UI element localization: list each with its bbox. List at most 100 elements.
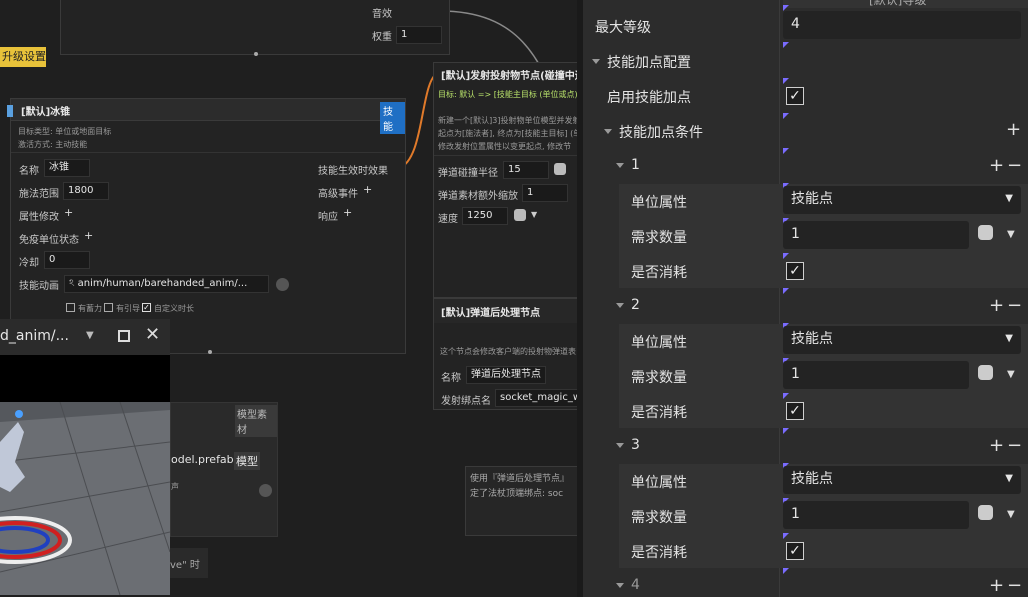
override-marker — [783, 428, 789, 434]
remove-condition-1-icon[interactable]: − — [1007, 157, 1022, 175]
note-line-2: 定了法杖顶端绑点: soc — [470, 489, 564, 499]
required-amount-input[interactable]: 1 — [783, 501, 969, 529]
anim-icon: ঽ — [69, 278, 78, 289]
channel-checkbox[interactable] — [104, 303, 113, 312]
note-line-1: 使用『弹道后处理节点』 — [470, 474, 570, 484]
preview-titlebar[interactable]: d_anim/... ▼ ✕ — [0, 319, 170, 355]
required-amount-input[interactable]: 1 — [783, 221, 969, 249]
model-asset-panel[interactable]: 模型素材 odel.prefab 模型 声 — [170, 402, 278, 537]
upgrade-settings-tag[interactable]: 升级设置 — [0, 47, 46, 67]
collapse-condition-2-icon[interactable] — [616, 303, 624, 308]
response-label: 响应 — [318, 212, 338, 223]
advanced-event-label: 高级事件 — [318, 189, 358, 200]
override-marker — [783, 148, 789, 154]
skill-badge: 技能 — [380, 102, 405, 134]
collision-radius-input[interactable]: 15 — [503, 161, 549, 179]
projectile-desc-3: 修改发射位置属性以变更起点, 修改节 — [438, 142, 572, 151]
charge-checkbox[interactable] — [66, 303, 75, 312]
enable-skill-point-checkbox[interactable]: ✓ — [786, 87, 804, 105]
post-name-input[interactable]: 弹道后处理节点 — [466, 366, 546, 384]
value-type-icon[interactable] — [978, 225, 1000, 247]
add-after-4-icon[interactable]: + — [989, 577, 1004, 595]
projectile-desc-1: 新建一个[默认]3]投射物单位模型并发射 — [438, 116, 581, 125]
event-hint-box: ve" 时 — [170, 548, 208, 578]
input-port[interactable] — [7, 105, 13, 117]
unit-attr-select[interactable]: 技能点 ▼ — [783, 326, 1021, 354]
collapse-config-icon[interactable] — [592, 59, 600, 64]
clear-sound-icon[interactable] — [259, 484, 272, 497]
sound-weight-node[interactable]: 音效 权重 1 — [60, 0, 450, 56]
model-button[interactable]: 模型 — [234, 452, 260, 470]
unit-attr-select[interactable]: 技能点 ▼ — [783, 186, 1021, 214]
sfx-label: 音效 — [372, 9, 392, 20]
resize-dot[interactable] — [254, 52, 258, 56]
consume-checkbox[interactable]: ✓ — [786, 262, 804, 280]
collapse-condition-3-icon[interactable] — [616, 443, 624, 448]
condition-3-index: 3 — [631, 437, 640, 453]
resize-dot[interactable] — [208, 350, 212, 354]
add-after-1-icon[interactable]: + — [989, 157, 1004, 175]
collapse-conditions-icon[interactable] — [604, 129, 612, 134]
asset-scale-input[interactable]: 1 — [522, 184, 568, 202]
unit-attr-value: 技能点 — [791, 331, 833, 347]
node-graph-canvas[interactable]: 音效 权重 1 升级设置 [默认]冰锥 技能 目标类型: 单位或地面目标 激活方… — [0, 0, 583, 597]
speed-type-button[interactable] — [514, 209, 526, 221]
custom-duration-checkbox[interactable]: ✓ — [142, 303, 151, 312]
post-node-desc: 这个节点会修改客户端的投射物弹道表 — [440, 347, 576, 356]
value-type-dropdown-icon[interactable]: ▼ — [1007, 369, 1015, 380]
projectile-node-title: [默认]发射投射物节点(碰撞中途 — [441, 71, 583, 82]
add-immune-icon[interactable]: + — [84, 229, 93, 242]
model-preview-window[interactable]: d_anim/... ▼ ✕ — [0, 319, 170, 595]
skill-anim-value: anim/human/barehanded_anim/... — [77, 278, 248, 289]
skill-anim-input[interactable]: ঽ anim/human/barehanded_anim/... — [64, 275, 269, 293]
required-amount-input[interactable]: 1 — [783, 361, 969, 389]
add-condition-icon[interactable]: + — [1006, 121, 1021, 139]
add-after-3-icon[interactable]: + — [989, 437, 1004, 455]
speed-dropdown-icon[interactable]: ▼ — [531, 210, 537, 219]
add-attr-icon[interactable]: + — [64, 206, 73, 219]
required-amount-label: 需求数量 — [631, 230, 687, 246]
collapse-condition-4-icon[interactable] — [616, 583, 624, 588]
channel-label: 有引导 — [116, 304, 140, 313]
skill-point-conditions-label: 技能加点条件 — [619, 125, 703, 141]
consume-checkbox[interactable]: ✓ — [786, 542, 804, 560]
add-response-icon[interactable]: + — [343, 206, 352, 219]
override-marker — [783, 393, 789, 399]
weight-input[interactable]: 1 — [396, 26, 442, 44]
radius-type-button[interactable] — [554, 163, 566, 175]
max-level-label: 最大等级 — [595, 20, 651, 36]
preview-dropdown-icon[interactable]: ▼ — [86, 330, 94, 341]
max-level-input[interactable]: 4 — [783, 11, 1021, 39]
projectile-post-process-node[interactable]: [默认]弹道后处理节点 这个节点会修改客户端的投射物弹道表 名称 弹道后处理节点… — [433, 298, 583, 410]
chevron-down-icon: ▼ — [1005, 333, 1013, 344]
remove-condition-3-icon[interactable]: − — [1007, 437, 1022, 455]
remove-condition-2-icon[interactable]: − — [1007, 297, 1022, 315]
preview-viewport[interactable] — [0, 402, 170, 595]
speed-input[interactable]: 1250 — [462, 207, 508, 225]
launch-projectile-node[interactable]: [默认]发射投射物节点(碰撞中途 目标: 默认 => [技能主目标 (单位或点)… — [433, 62, 583, 298]
value-type-dropdown-icon[interactable]: ▼ — [1007, 229, 1015, 240]
ice-cone-skill-node[interactable]: [默认]冰锥 技能 目标类型: 单位或地面目标 激活方式: 主动技能 名称 冰锥… — [7, 98, 406, 354]
activation-desc: 激活方式: 主动技能 — [18, 140, 88, 149]
consume-label: 是否消耗 — [631, 405, 687, 421]
value-type-icon[interactable] — [978, 505, 1000, 527]
add-after-2-icon[interactable]: + — [989, 297, 1004, 315]
remove-condition-4-icon[interactable]: − — [1007, 577, 1022, 595]
cooldown-input[interactable]: 0 — [44, 251, 90, 269]
value-type-icon[interactable] — [978, 365, 1000, 387]
cast-range-input[interactable]: 1800 — [63, 182, 109, 200]
clear-anim-icon[interactable] — [276, 278, 289, 291]
maximize-icon[interactable] — [118, 330, 130, 342]
value-type-dropdown-icon[interactable]: ▼ — [1007, 509, 1015, 520]
property-panel[interactable]: [默认]等级 最大等级 4 技能加点配置 启用技能加点 ✓ 技能加点条件 + 1… — [583, 0, 1028, 597]
add-event-icon[interactable]: + — [363, 183, 372, 196]
comment-note-node[interactable]: 使用『弹道后处理节点』 定了法杖顶端绑点: soc — [465, 466, 583, 536]
consume-checkbox[interactable]: ✓ — [786, 402, 804, 420]
post-name-label: 名称 — [441, 373, 461, 384]
socket-input[interactable]: socket_magic_w — [495, 389, 583, 407]
node-header[interactable]: [默认]冰锥 技能 — [11, 99, 405, 134]
name-input[interactable]: 冰锥 — [44, 159, 90, 177]
collapse-condition-1-icon[interactable] — [616, 163, 624, 168]
unit-attr-select[interactable]: 技能点 ▼ — [783, 466, 1021, 494]
close-icon[interactable]: ✕ — [145, 324, 160, 345]
